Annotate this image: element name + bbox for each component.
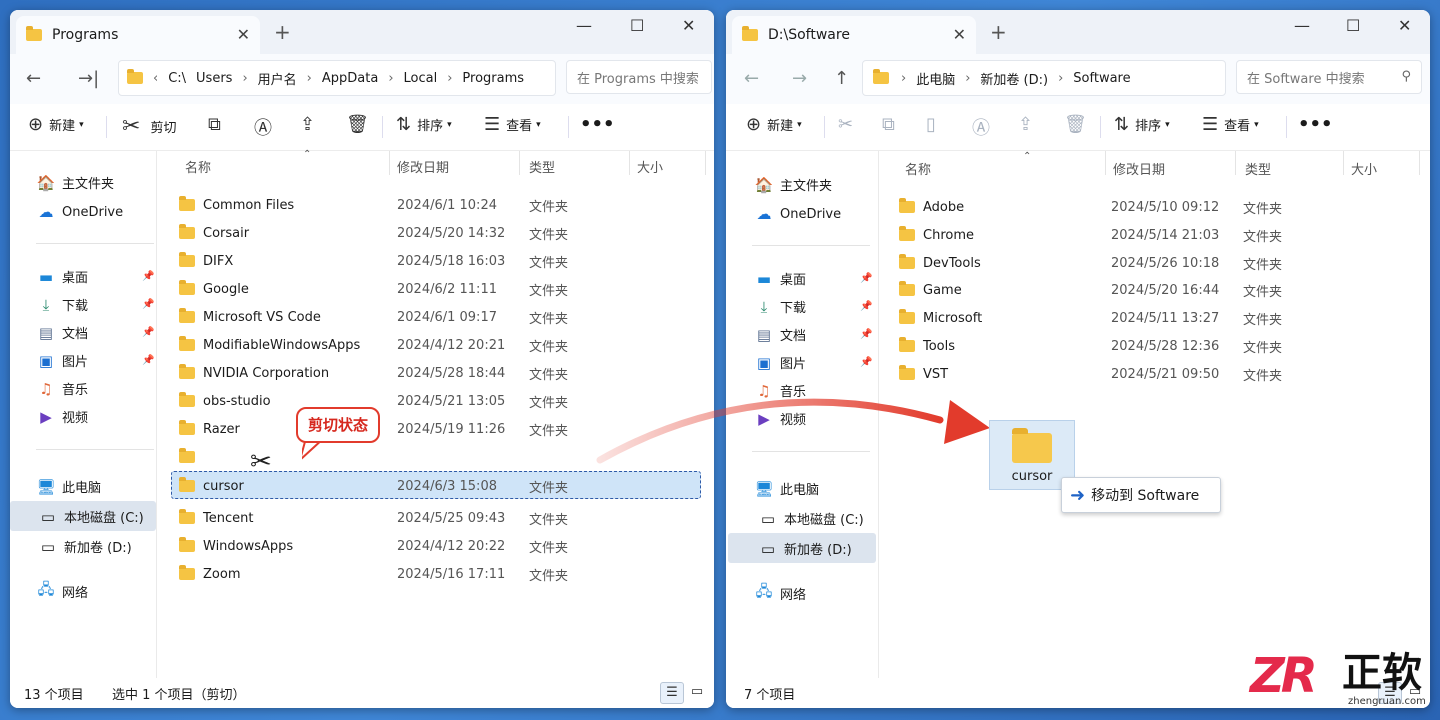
scissors-icon: ✂ [250, 447, 272, 477]
move-tooltip: ➜ 移动到 Software [1061, 477, 1221, 513]
arrow-head [944, 400, 990, 444]
move-arrow [596, 398, 990, 464]
logo-text: 正软 [1342, 650, 1422, 696]
logo-url: zhengruan.com [1348, 696, 1426, 707]
folder-icon [1012, 428, 1052, 463]
arrow-path [596, 398, 944, 464]
cut-status-callout: 剪切状态 [296, 407, 380, 443]
tooltip-text: 移动到 Software [1091, 488, 1200, 504]
arrow-right-icon: ➜ [1070, 484, 1086, 506]
logo-mark: ZR [1250, 648, 1318, 704]
